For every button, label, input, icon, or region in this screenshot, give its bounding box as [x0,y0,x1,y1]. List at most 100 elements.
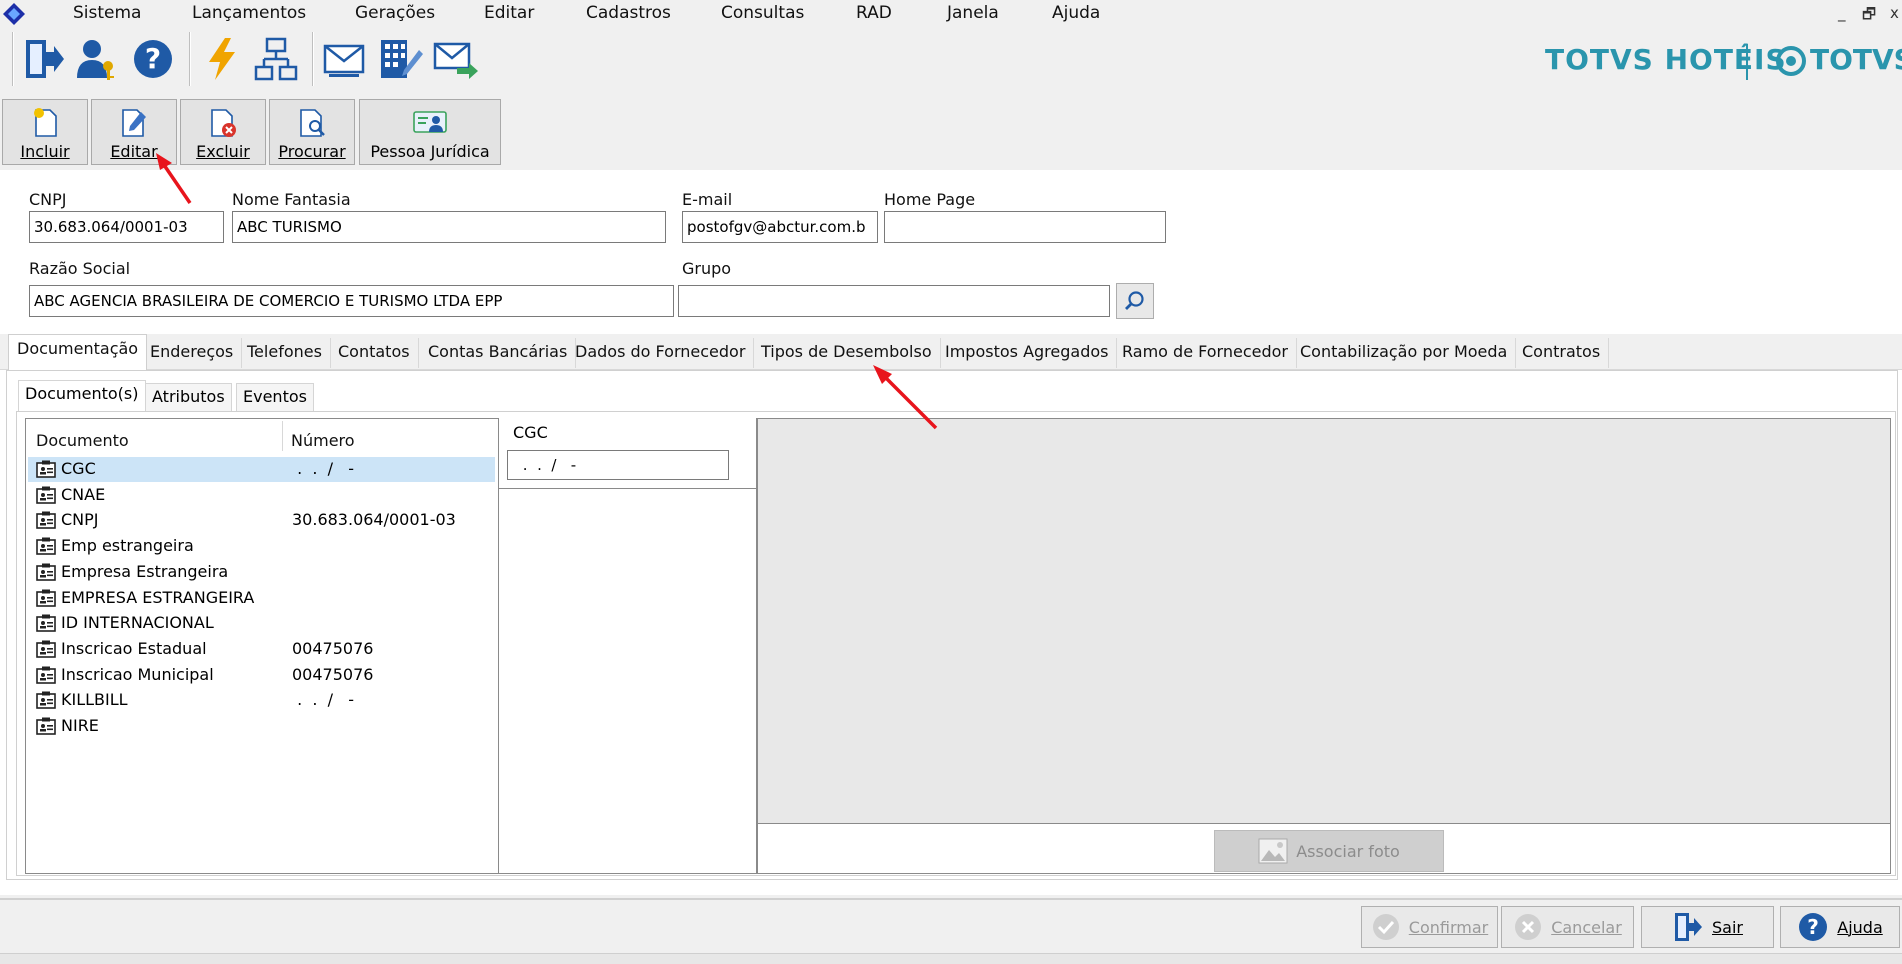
id-card-icon [36,511,56,530]
id-card-icon [36,717,56,735]
lightning-icon [209,38,235,80]
cnpj-label: CNPJ [29,190,67,209]
tab-documentacao[interactable]: Documentação [8,334,148,370]
menu-rad[interactable]: RAD [856,3,892,23]
svg-text:?: ? [145,42,161,75]
confirmar-button[interactable]: Confirmar [1361,906,1498,948]
user-key-button[interactable] [71,32,123,86]
brand-divider [1746,44,1748,80]
table-row[interactable]: NIRE [28,714,495,739]
cancelar-button[interactable]: Cancelar [1501,906,1634,948]
menu-cadastros[interactable]: Cadastros [586,3,671,23]
tab-enderecos[interactable]: Endereços [142,338,243,368]
home-page-label: Home Page [884,190,976,209]
table-row[interactable]: KILLBILL . . / - [28,688,495,713]
app-icon[interactable] [2,2,26,26]
org-chart-icon [254,37,298,81]
table-row[interactable]: Empresa Estrangeira [28,560,495,585]
table-row[interactable]: Inscricao Municipal 00475076 [28,663,495,688]
email-input[interactable]: postofgv@abctur.com.b [682,211,878,243]
document-number: . . / - [292,690,355,710]
tab-dados-fornecedor[interactable]: Dados do Fornecedor [567,338,755,368]
nome-fantasia-label: Nome Fantasia [232,190,351,209]
menu-ajuda[interactable]: Ajuda [1052,3,1100,23]
company-card-icon [413,111,447,133]
help-button[interactable]: ? [127,32,179,86]
mail-button[interactable] [318,32,370,86]
document-name: EMPRESA ESTRANGEIRA [61,587,255,607]
question-icon: ? [134,40,172,78]
detail-label: CGC [513,423,548,442]
sair-button[interactable]: Sair [1641,906,1774,948]
tab-contas-bancarias[interactable]: Contas Bancárias [420,338,577,368]
excluir-button[interactable]: Excluir [180,99,266,165]
close-button[interactable]: x [1890,4,1899,22]
tab-contatos[interactable]: Contatos [330,338,419,368]
document-name: KILLBILL [61,690,128,710]
subtab-documentos[interactable]: Documento(s) [18,380,146,413]
tab-telefones[interactable]: Telefones [239,338,331,368]
totvs-logo-icon [1776,46,1806,76]
send-mail-button[interactable] [430,32,482,86]
table-row[interactable]: Emp estrangeira [28,534,495,559]
col-documento-header[interactable]: Documento [36,431,129,450]
tab-impostos-agregados[interactable]: Impostos Agregados [937,338,1118,368]
ajuda-label: Ajuda [1837,917,1883,937]
col-numero-header[interactable]: Número [291,431,355,450]
envelope-icon [323,44,365,77]
building-edit-icon [381,40,423,78]
edit-document-icon [122,109,146,137]
table-row[interactable]: EMPRESA ESTRANGEIRA [28,586,495,611]
org-chart-button[interactable] [250,32,302,86]
cnpj-input[interactable]: 30.683.064/0001-03 [29,211,224,243]
menu-geracoes[interactable]: Gerações [355,3,435,23]
menu-consultas[interactable]: Consultas [721,3,804,23]
procurar-button[interactable]: Procurar [269,99,355,165]
table-row[interactable]: CNPJ 30.683.064/0001-03 [28,508,495,533]
lightning-button[interactable] [196,32,248,86]
associar-foto-button[interactable]: Associar foto [1214,830,1444,872]
delete-document-icon [211,109,236,137]
tab-ramo-fornecedor[interactable]: Ramo de Fornecedor [1114,338,1297,368]
sair-label: Sair [1712,917,1743,937]
minimize-button[interactable]: _ [1838,4,1846,22]
table-row[interactable]: CGC . . / - [28,457,495,482]
editar-button[interactable]: Editar [91,99,177,165]
envelope-arrow-icon [433,42,478,79]
menu-lancamentos[interactable]: Lançamentos [192,3,306,23]
razao-social-input[interactable]: ABC AGENCIA BRASILEIRA DE COMERCIO E TUR… [29,285,674,317]
detail-value-input[interactable]: . . / - [507,450,729,480]
grupo-input[interactable] [678,285,1110,317]
table-row[interactable]: Inscricao Estadual 00475076 [28,637,495,662]
brand-company-logo: TOTVS [1810,43,1902,76]
svg-text:?: ? [1807,915,1819,939]
menu-janela[interactable]: Janela [947,3,999,23]
photo-area: Associar foto [757,418,1891,874]
nome-fantasia-input[interactable]: ABC TURISMO [232,211,666,243]
id-card-icon [36,486,56,504]
photo-bottom-bar: Associar foto [758,823,1890,873]
tab-tipos-desembolso[interactable]: Tipos de Desembolso [753,338,941,368]
document-name: Inscricao Estadual [61,638,207,658]
grupo-search-button[interactable] [1116,283,1154,319]
menu-sistema[interactable]: Sistema [73,3,141,23]
menu-editar[interactable]: Editar [484,3,534,23]
tab-contratos[interactable]: Contratos [1514,338,1610,368]
grupo-label: Grupo [682,259,732,278]
tab-contabilizacao-moeda[interactable]: Contabilização por Moeda [1292,338,1517,368]
logout-button[interactable] [17,32,69,86]
incluir-button[interactable]: Incluir [2,99,88,165]
question-icon: ? [1799,913,1828,941]
ajuda-button[interactable]: ? Ajuda [1780,906,1900,948]
table-row[interactable]: ID INTERNACIONAL [28,611,495,636]
toolbar-separator [189,32,191,86]
table-row[interactable]: CNAE [28,483,495,508]
building-edit-button[interactable] [374,32,426,86]
subtab-eventos[interactable]: Eventos [236,383,314,411]
restore-button[interactable]: 🗗 [1862,4,1876,29]
home-page-input[interactable] [884,211,1166,243]
search-icon [1125,291,1144,310]
pessoa-juridica-button[interactable]: Pessoa Jurídica [359,99,501,165]
subtab-atributos[interactable]: Atributos [145,383,232,411]
id-card-icon [36,614,56,632]
